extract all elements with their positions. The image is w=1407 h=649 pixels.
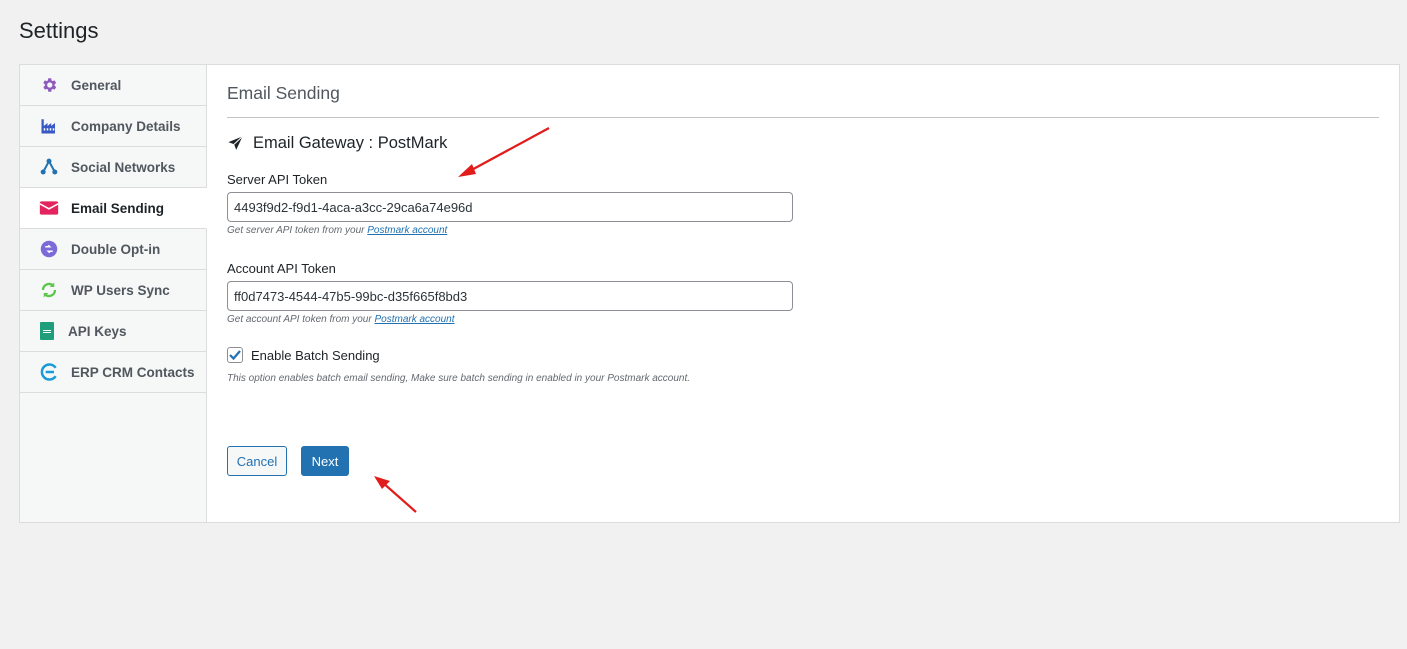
postmark-account-link[interactable]: Postmark account (367, 225, 447, 236)
annotation-arrow-token (458, 127, 550, 177)
server-api-token-label: Server API Token (227, 172, 328, 187)
cancel-button[interactable]: Cancel (227, 446, 287, 476)
server-api-token-help: Get server API token from your Postmark … (227, 225, 447, 236)
sidebar-item-label: ERP CRM Contacts (71, 364, 195, 380)
gear-icon (39, 75, 59, 95)
next-button[interactable]: Next (301, 446, 349, 476)
checkmark-icon (229, 350, 241, 361)
erp-crm-icon (39, 362, 59, 382)
batch-sending-row: Enable Batch Sending (227, 347, 380, 363)
sidebar-item-label: General (71, 77, 122, 93)
envelope-icon (39, 198, 59, 218)
batch-sending-checkbox[interactable] (227, 347, 243, 363)
email-sending-section: Email Sending Email Gateway : PostMark S… (227, 65, 1379, 522)
sidebar-item-general[interactable]: General (20, 65, 206, 106)
double-optin-icon (39, 239, 59, 259)
sidebar-item-erp-crm-contacts[interactable]: ERP CRM Contacts (20, 352, 206, 393)
gateway-heading: Email Gateway : PostMark (227, 134, 447, 153)
sidebar-item-label: API Keys (68, 323, 127, 339)
sidebar-item-double-opt-in[interactable]: Double Opt-in (20, 229, 206, 270)
help-text: Get server API token from your (227, 225, 365, 236)
sidebar-item-label: WP Users Sync (71, 282, 170, 298)
sidebar-item-label: Social Networks (71, 159, 176, 175)
sidebar-item-api-keys[interactable]: API Keys (20, 311, 206, 352)
section-divider (227, 117, 1379, 118)
gateway-heading-text: Email Gateway : PostMark (253, 134, 448, 152)
help-text: Get account API token from your (227, 314, 372, 325)
sidebar-item-wp-users-sync[interactable]: WP Users Sync (20, 270, 206, 311)
sync-icon (39, 280, 59, 300)
sidebar-item-company-details[interactable]: Company Details (20, 106, 206, 147)
account-api-token-label: Account API Token (227, 261, 336, 276)
paper-plane-icon (227, 135, 244, 152)
api-doc-icon (39, 321, 55, 341)
postmark-account-link[interactable]: Postmark account (374, 314, 454, 325)
factory-icon (39, 116, 59, 136)
sidebar-item-label: Email Sending (71, 200, 165, 216)
settings-panel: General Company Details Social Networks … (19, 64, 1400, 523)
sidebar-item-social-networks[interactable]: Social Networks (20, 147, 206, 188)
annotation-arrow-next (374, 476, 417, 513)
sidebar-item-email-sending[interactable]: Email Sending (20, 188, 207, 229)
sidebar-item-label: Company Details (71, 118, 181, 134)
settings-sidebar: General Company Details Social Networks … (20, 65, 207, 522)
share-icon (39, 157, 59, 177)
page-title: Settings (19, 18, 99, 43)
account-api-token-input[interactable] (227, 281, 793, 311)
account-api-token-help: Get account API token from your Postmark… (227, 314, 455, 325)
batch-sending-label: Enable Batch Sending (251, 347, 380, 363)
server-api-token-input[interactable] (227, 192, 793, 222)
section-title: Email Sending (227, 83, 340, 103)
batch-sending-help: This option enables batch email sending,… (227, 373, 691, 384)
sidebar-item-label: Double Opt-in (71, 241, 161, 257)
